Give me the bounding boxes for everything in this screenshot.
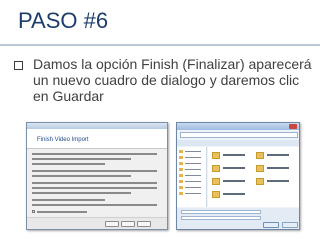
cancel-button: [282, 222, 298, 228]
folder-icon: [179, 156, 183, 159]
cancel-button: [137, 221, 151, 227]
finish-button: [121, 221, 135, 227]
bullet-item: Damos la opción Finish (Finalizar) apare…: [14, 56, 314, 104]
save-button: [263, 222, 279, 228]
folder-icon: [212, 151, 220, 159]
filename-fields: [177, 208, 299, 229]
folder-icon: [212, 177, 220, 185]
folder-icon: [179, 168, 183, 171]
close-icon: [289, 124, 297, 129]
filename-field: [181, 210, 261, 214]
dialog-checkbox: [32, 210, 92, 213]
square-bullet-icon: [14, 61, 23, 70]
finish-video-import-screenshot: Finish Video Import: [26, 122, 168, 230]
dialog-button-bar: [27, 217, 167, 229]
folder-icon: [212, 164, 220, 172]
folder-icon: [256, 164, 264, 172]
folder-icon: [179, 174, 183, 177]
address-bar: [180, 132, 298, 138]
folder-icon: [179, 186, 183, 189]
folder-icon: [179, 192, 183, 195]
save-dialog-titlebar: [177, 123, 299, 130]
bullet-text: Damos la opción Finish (Finalizar) apare…: [33, 56, 312, 104]
dialog-header: Finish Video Import: [27, 129, 167, 149]
dialog-body-text: [32, 153, 164, 209]
folder-icon: [256, 151, 264, 159]
dialog-title: Finish Video Import: [37, 137, 89, 143]
folder-icon: [179, 162, 183, 165]
file-list: [208, 147, 299, 207]
save-type-field: [181, 216, 261, 220]
folder-icon: [212, 190, 220, 198]
folder-icon: [179, 180, 183, 183]
slide-title: PASO #6: [18, 8, 109, 33]
folder-icon: [256, 177, 264, 185]
back-button: [105, 221, 119, 227]
navigation-pane: [177, 147, 207, 207]
folder-icon: [179, 150, 183, 153]
title-divider: [0, 44, 320, 46]
save-dialog-toolbar: [177, 140, 299, 146]
save-dialog-screenshot: [176, 122, 300, 230]
